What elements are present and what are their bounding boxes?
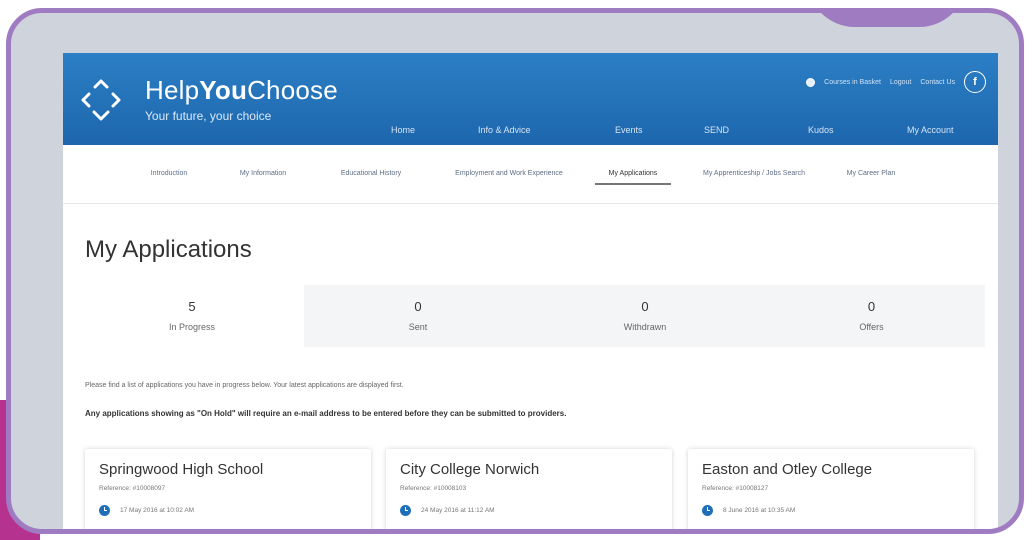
application-provider-name: Easton and Otley College <box>702 461 873 478</box>
subnav-employment-work-experience[interactable]: Employment and Work Experience <box>447 145 571 203</box>
on-hold-warning: Any applications showing as "On Hold" wi… <box>85 409 567 418</box>
offers-label: Offers <box>859 322 884 332</box>
subnav-educational-history[interactable]: Educational History <box>321 145 421 203</box>
nav-events[interactable]: Events <box>615 125 643 135</box>
subnav-apprenticeship-jobs-search[interactable]: My Apprenticeship / Jobs Search <box>699 145 809 203</box>
device-frame: HelpYouChoose Your future, your choice C… <box>6 8 1024 534</box>
application-card[interactable]: Easton and Otley College Reference: #100… <box>688 449 974 529</box>
tab-withdrawn[interactable]: 0 Withdrawn <box>532 285 758 347</box>
basket-icon <box>806 77 816 87</box>
contact-us-link[interactable]: Contact Us <box>920 79 955 86</box>
choose-arrows-icon <box>81 79 121 121</box>
application-date: 24 May 2016 at 11:12 AM <box>421 507 495 514</box>
application-reference: Reference: #10008097 <box>99 485 166 492</box>
subnav-my-career-plan[interactable]: My Career Plan <box>833 145 909 203</box>
nav-send[interactable]: SEND <box>704 125 729 135</box>
facebook-icon[interactable]: f <box>964 71 986 93</box>
application-card[interactable]: City College Norwich Reference: #1000810… <box>386 449 672 529</box>
status-tabs: 5 In Progress 0 Sent 0 Withdrawn 0 Offer… <box>80 285 985 347</box>
application-date-row: 17 May 2016 at 10:02 AM <box>99 505 194 516</box>
main-nav: Home Info & Advice Events SEND Kudos My … <box>63 125 998 141</box>
subnav-my-information[interactable]: My Information <box>223 145 303 203</box>
logo-text-choose: Choose <box>247 75 338 105</box>
tab-sent[interactable]: 0 Sent <box>304 285 532 347</box>
utility-links: Courses in Basket Logout Contact Us f <box>806 71 986 93</box>
tab-offers[interactable]: 0 Offers <box>758 285 985 347</box>
tab-in-progress[interactable]: 5 In Progress <box>80 285 304 347</box>
subnav-my-applications[interactable]: My Applications <box>589 145 677 203</box>
logo-text-you: You <box>199 75 248 105</box>
nav-info-advice[interactable]: Info & Advice <box>478 125 531 135</box>
page-title: My Applications <box>85 236 252 263</box>
clock-icon <box>400 505 411 516</box>
withdrawn-label: Withdrawn <box>623 322 667 332</box>
sent-count: 0 <box>414 299 422 314</box>
in-progress-count: 5 <box>188 299 196 314</box>
application-date-row: 8 June 2016 at 10:35 AM <box>702 505 795 516</box>
logo-text-help: Help <box>145 75 200 105</box>
application-reference: Reference: #10008127 <box>702 485 769 492</box>
sent-label: Sent <box>408 322 428 332</box>
application-provider-name: City College Norwich <box>400 461 540 478</box>
withdrawn-count: 0 <box>641 299 649 314</box>
logout-link[interactable]: Logout <box>890 79 911 86</box>
in-progress-label: In Progress <box>168 322 216 332</box>
account-subnav: Introduction My Information Educational … <box>63 145 998 204</box>
courses-in-basket-link[interactable]: Courses in Basket <box>824 79 881 86</box>
site-header: HelpYouChoose Your future, your choice C… <box>63 53 998 145</box>
application-reference: Reference: #10008103 <box>400 485 467 492</box>
nav-home[interactable]: Home <box>391 125 415 135</box>
applications-intro-text: Please find a list of applications you h… <box>85 382 404 389</box>
clock-icon <box>702 505 713 516</box>
subnav-introduction[interactable]: Introduction <box>139 145 199 203</box>
application-card[interactable]: Springwood High School Reference: #10008… <box>85 449 371 529</box>
offers-count: 0 <box>867 299 876 314</box>
application-date: 17 May 2016 at 10:02 AM <box>120 507 195 514</box>
application-provider-name: Springwood High School <box>99 461 264 478</box>
clock-icon <box>99 505 110 516</box>
nav-my-account[interactable]: My Account <box>907 125 954 135</box>
application-date-row: 24 May 2016 at 11:12 AM <box>400 505 495 516</box>
decorative-purple-tab <box>807 13 967 27</box>
nav-kudos[interactable]: Kudos <box>808 125 834 135</box>
site-tagline: Your future, your choice <box>145 109 272 123</box>
application-date: 8 June 2016 at 10:35 AM <box>723 507 796 514</box>
browser-screen: HelpYouChoose Your future, your choice C… <box>63 53 998 529</box>
active-tab-indicator <box>595 183 671 185</box>
site-logo[interactable]: HelpYouChoose <box>145 75 338 106</box>
